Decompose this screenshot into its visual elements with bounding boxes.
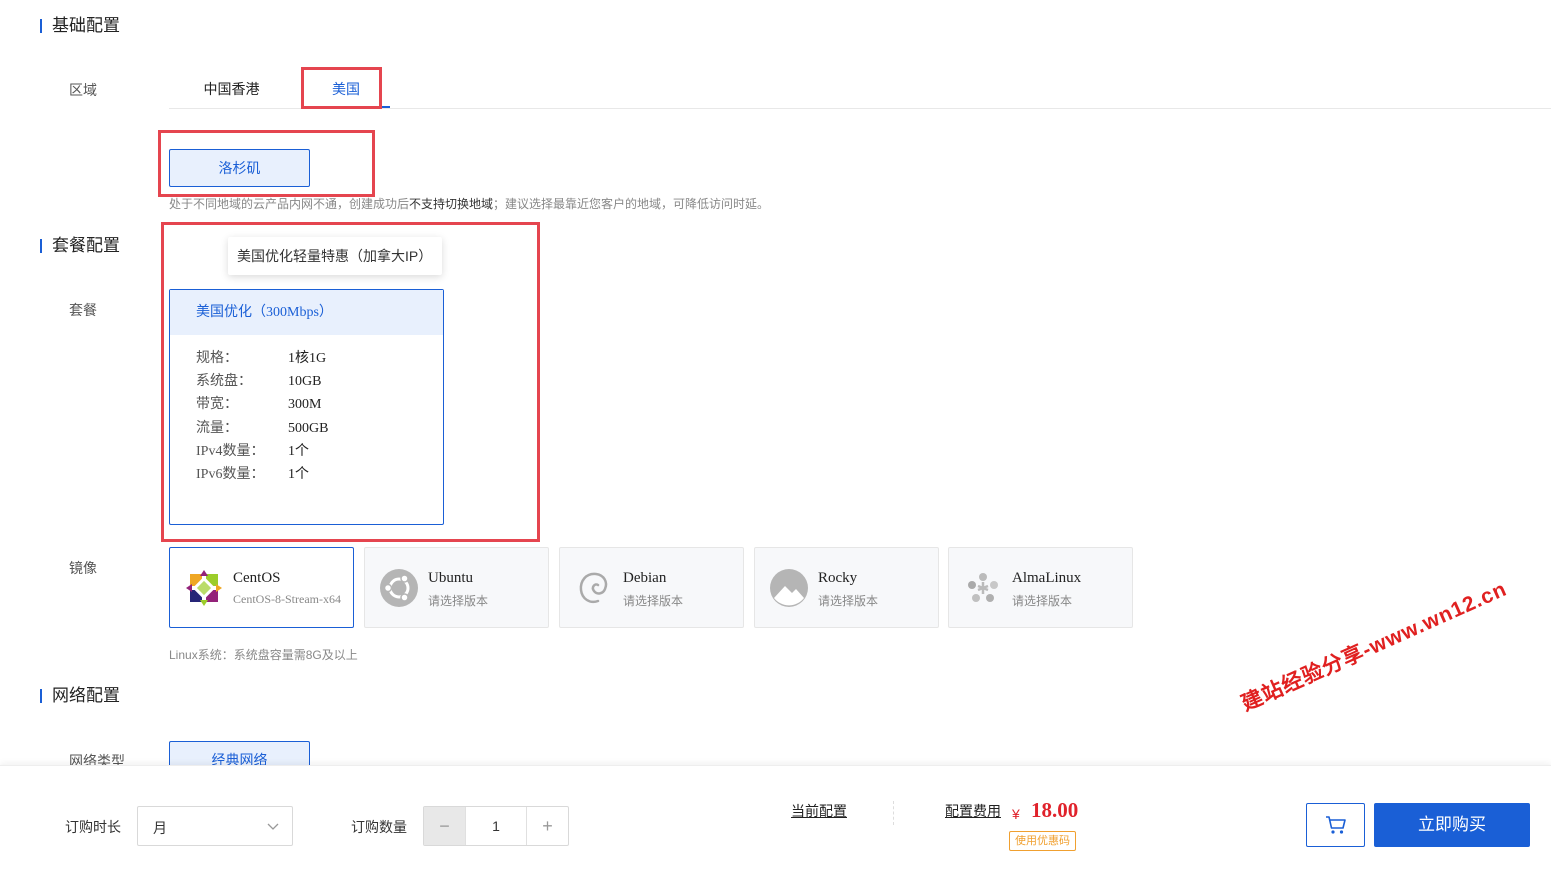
watermark: 建站经验分享-www.wn12.cn (1238, 577, 1511, 716)
rocky-icon (770, 569, 808, 607)
os-version: 请选择版本 (818, 594, 879, 608)
price-value: 18.00 (1031, 798, 1079, 822)
os-name: Debian (623, 570, 667, 586)
cart-button[interactable] (1306, 803, 1365, 847)
debian-icon (579, 572, 608, 604)
quantity-plus-button[interactable]: + (527, 807, 568, 845)
duration-value: 月 (153, 820, 167, 836)
os-name: Ubuntu (428, 570, 473, 586)
os-card-almalinux[interactable]: AlmaLinux 请选择版本 (948, 547, 1133, 628)
region-note-bold: 不支持切换地域 (409, 197, 494, 211)
highlight-box-region (301, 67, 382, 109)
package-label: 套餐 (69, 302, 97, 318)
bottom-bar: 订购时长 月 订购数量 − 1 + 当前配置 配置费用 ¥ 18.00 使用优惠… (0, 765, 1551, 873)
quantity-stepper: − 1 + (423, 806, 569, 846)
duration-select[interactable]: 月 (137, 806, 293, 846)
region-note-suffix: ；建议选择最靠近您客户的地域，可降低访问时延。 (493, 197, 770, 211)
os-name: CentOS (233, 570, 281, 586)
chevron-down-icon (267, 823, 279, 830)
region-label: 区域 (69, 82, 97, 98)
os-card-rocky[interactable]: Rocky 请选择版本 (754, 547, 939, 628)
divider (893, 801, 894, 825)
ubuntu-icon (380, 569, 418, 607)
os-version: CentOS-8-Stream-x64 (233, 592, 341, 606)
os-version: 请选择版本 (428, 594, 489, 608)
highlight-box-package (161, 222, 540, 542)
quantity-value[interactable]: 1 (465, 807, 527, 845)
os-name: Rocky (818, 570, 858, 586)
quantity-label: 订购数量 (351, 819, 407, 835)
os-card-centos[interactable]: CentOS CentOS-8-Stream-x64 (169, 547, 354, 628)
almalinux-icon (968, 573, 998, 602)
section-title-network: 网络配置 (40, 686, 120, 706)
os-version: 请选择版本 (1012, 594, 1073, 608)
os-version: 请选择版本 (623, 594, 684, 608)
section-title-package: 套餐配置 (40, 236, 120, 256)
tab-hongkong[interactable]: 中国香港 (169, 70, 294, 108)
coupon-button[interactable]: 使用优惠码 (1009, 831, 1076, 851)
duration-label: 订购时长 (65, 819, 121, 835)
section-title-basic: 基础配置 (40, 16, 120, 36)
region-note-prefix: 处于不同地域的云产品内网不通，创建成功后 (169, 197, 410, 211)
centos-icon (186, 570, 222, 606)
linux-note: Linux系统：系统盘容量需8G及以上 (169, 648, 358, 662)
cart-icon (1326, 816, 1346, 834)
price-currency: ¥ (1012, 806, 1020, 822)
os-card-ubuntu[interactable]: Ubuntu 请选择版本 (364, 547, 549, 628)
os-card-debian[interactable]: Debian 请选择版本 (559, 547, 744, 628)
buy-now-button[interactable]: 立即购买 (1374, 803, 1530, 847)
image-label: 镜像 (69, 560, 97, 576)
region-note: 处于不同地域的云产品内网不通，创建成功后不支持切换地域；建议选择最靠近您客户的地… (169, 195, 769, 212)
highlight-box-city (158, 130, 375, 197)
quantity-minus-button[interactable]: − (424, 807, 465, 845)
fee-label-link[interactable]: 配置费用 (945, 801, 1001, 821)
current-config-link[interactable]: 当前配置 (791, 801, 847, 821)
os-name: AlmaLinux (1012, 570, 1082, 586)
